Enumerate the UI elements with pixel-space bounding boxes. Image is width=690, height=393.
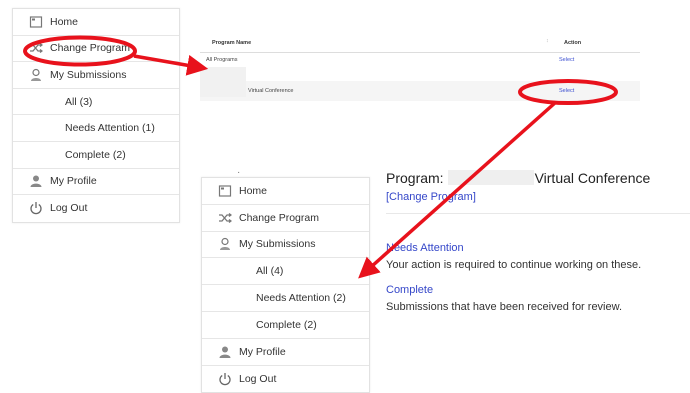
sidebar-item-home[interactable]: Home <box>202 178 369 205</box>
shuffle-icon <box>29 41 43 55</box>
sidebar-item-label: Change Program <box>50 42 130 55</box>
power-icon <box>29 201 43 215</box>
needs-attention-link[interactable]: Needs Attention <box>386 242 464 254</box>
program-name-cell: All Programs <box>206 57 238 63</box>
column-sort-icon: ↕ <box>546 38 549 44</box>
complete-description: Submissions that have been received for … <box>386 301 623 313</box>
select-link[interactable]: Select <box>559 88 574 94</box>
profile-icon <box>29 174 43 188</box>
needs-attention-description: Your action is required to continue work… <box>386 259 642 271</box>
sidebar-item-change-program[interactable]: Change Program <box>13 36 179 63</box>
sidebar-item-my-profile[interactable]: My Profile <box>202 339 369 366</box>
select-link[interactable]: Select <box>559 57 574 63</box>
sidebar-bottom: Home Change Program My Submissions All (… <box>201 177 370 393</box>
redacted-block <box>200 67 246 97</box>
program-name-cell: Virtual Conference <box>248 88 294 94</box>
sidebar-subitem-complete[interactable]: Complete (2) <box>202 312 369 339</box>
sidebar-item-log-out[interactable]: Log Out <box>13 195 179 222</box>
table-row: Virtual Conference Select <box>200 81 640 101</box>
sidebar-subitem-all[interactable]: All (4) <box>202 258 369 286</box>
sidebar-item-label: Complete (2) <box>65 148 126 161</box>
profile-icon <box>218 345 232 359</box>
sidebar-subitem-needs-attention[interactable]: Needs Attention (1) <box>13 115 179 142</box>
sidebar-item-label: Complete (2) <box>256 318 317 331</box>
power-icon <box>218 372 232 386</box>
table-row: All Programs Select <box>200 53 640 75</box>
sidebar-item-my-submissions[interactable]: My Submissions <box>13 62 179 89</box>
sidebar-item-label: All (3) <box>65 95 93 108</box>
complete-link[interactable]: Complete <box>386 284 433 296</box>
sidebar-item-home[interactable]: Home <box>13 9 179 36</box>
divider <box>386 213 690 214</box>
sidebar-item-label: My Profile <box>239 345 286 358</box>
change-program-link[interactable]: [Change Program] <box>386 191 476 203</box>
program-table: Program Name ↕ Action All Programs Selec… <box>200 29 640 103</box>
sidebar-item-label: Change Program <box>239 211 319 224</box>
redacted-block <box>447 170 534 185</box>
sidebar-item-log-out[interactable]: Log Out <box>202 366 369 393</box>
program-dashboard: Program: Virtual Conference [Change Progr… <box>386 168 690 328</box>
sidebar-item-label: Needs Attention (2) <box>256 292 346 305</box>
sidebar-item-label: Home <box>50 15 79 28</box>
sidebar-item-my-profile[interactable]: My Profile <box>13 169 179 196</box>
page-title: Program: Virtual Conference <box>386 170 650 186</box>
sidebar-top: Home Change Program My Submissions All (… <box>12 8 180 223</box>
submissions-icon <box>218 237 232 251</box>
sidebar-item-label: Home <box>239 184 268 197</box>
sidebar-item-label: Needs Attention (1) <box>65 122 155 135</box>
program-name: Virtual Conference <box>534 170 651 186</box>
sidebar-item-label: All (4) <box>256 265 284 278</box>
sidebar-item-label: Log Out <box>239 372 277 385</box>
column-header-action: Action <box>564 40 582 46</box>
sidebar-subitem-all[interactable]: All (3) <box>13 89 179 116</box>
shuffle-icon <box>218 211 232 225</box>
column-header-program-name: Program Name <box>212 40 252 46</box>
sidebar-item-label: My Profile <box>50 175 97 188</box>
program-label: Program: <box>386 170 444 186</box>
sidebar-item-label: My Submissions <box>50 68 127 81</box>
sidebar-item-my-submissions[interactable]: My Submissions <box>202 232 369 259</box>
home-icon <box>29 15 43 29</box>
sidebar-item-label: My Submissions <box>239 238 316 251</box>
sidebar-subitem-complete[interactable]: Complete (2) <box>13 142 179 169</box>
sidebar-item-label: Log Out <box>50 202 88 215</box>
submissions-icon <box>29 68 43 82</box>
sidebar-subitem-needs-attention[interactable]: Needs Attention (2) <box>202 285 369 312</box>
home-icon <box>218 184 232 198</box>
sidebar-item-change-program[interactable]: Change Program <box>202 205 369 232</box>
table-header: Program Name ↕ Action <box>200 33 640 53</box>
